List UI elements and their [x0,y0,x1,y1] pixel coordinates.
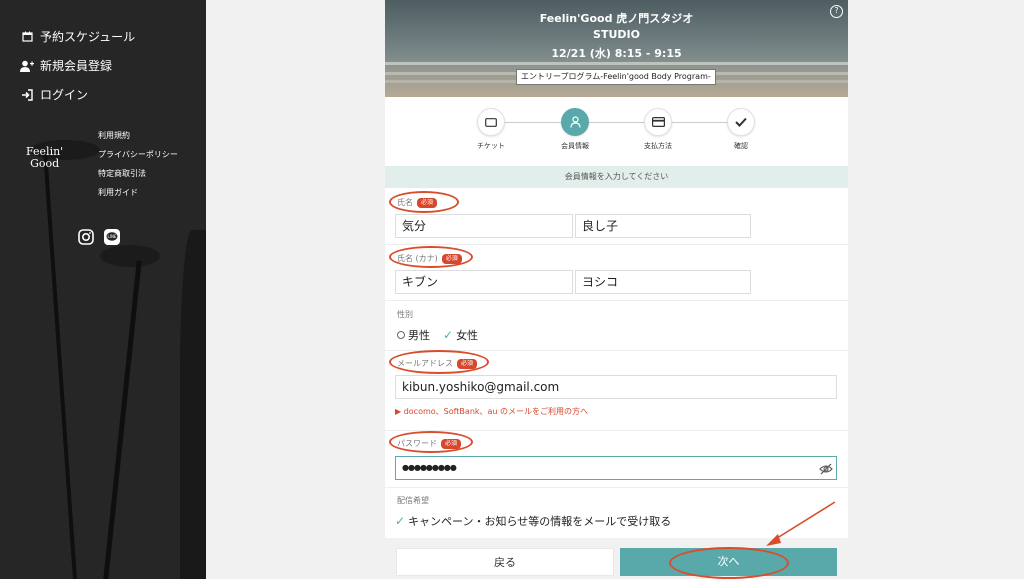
svg-text:LINE: LINE [108,234,117,239]
line-icon[interactable]: LINE [104,229,120,245]
divider [385,430,848,431]
link-privacy[interactable]: プライバシーポリシー [98,149,178,168]
last-kana-input[interactable]: キブン [395,270,573,294]
radio-circle-icon [397,331,405,339]
help-icon[interactable]: ? [830,5,843,18]
studio-subtitle: STUDIO [593,28,640,41]
gender-female-label: 女性 [456,329,479,342]
nav-schedule[interactable]: 予約スケジュール [20,28,135,45]
delivery-checkbox[interactable]: ✓ キャンペーン・お知らせ等の情報をメールで受け取る [395,513,671,529]
email-input[interactable]: kibun.yoshiko@gmail.com [395,375,837,399]
first-kana-input[interactable]: ヨシコ [575,270,751,294]
carrier-email-note-link[interactable]: ▶ docomo、SoftBank、au のメールをご利用の方へ [395,406,588,417]
gender-label: 性別 [397,310,413,319]
ticket-icon [485,117,497,127]
user-icon [569,116,581,128]
annotation-ring [389,191,459,213]
gender-male-label: 男性 [408,329,430,342]
step-payment-label: 支払方法 [644,142,672,150]
checkmark-icon [735,117,747,127]
divider [385,487,848,488]
divider [385,244,848,245]
link-commerce[interactable]: 特定商取引法 [98,168,178,187]
delivery-option-label: キャンペーン・お知らせ等の情報をメールで受け取る [408,515,672,528]
step-ticket-label: チケット [477,142,505,150]
studio-hero-banner: Feelin'Good 虎ノ門スタジオ STUDIO 12/21 (水) 8:1… [385,0,848,97]
nav-register[interactable]: 新規会員登録 [20,57,112,74]
link-guide[interactable]: 利用ガイド [98,187,178,206]
nav-register-label: 新規会員登録 [40,59,113,73]
annotation-ring [389,350,489,374]
annotation-ring [389,431,473,453]
step-member-info [561,108,589,136]
nav-schedule-label: 予約スケジュール [40,30,136,44]
palm-frond [100,245,160,267]
first-name-input[interactable]: 良し子 [575,214,751,238]
wave [385,62,848,65]
studio-title: Feelin'Good 虎ノ門スタジオ [539,12,694,25]
instagram-icon[interactable] [78,229,94,245]
program-name: エントリープログラム-Feelin'good Body Program- [516,69,716,85]
palm-silhouette [180,230,206,579]
brand-logo[interactable]: Feelin' Good [26,146,63,170]
sidebar: 予約スケジュール 新規会員登録 ログイン Feelin' Good 利用規約 プ… [0,0,206,579]
link-terms[interactable]: 利用規約 [98,130,178,149]
calendar-icon [20,30,34,44]
delivery-label: 配信希望 [397,496,429,505]
reservation-panel: Feelin'Good 虎ノ門スタジオ STUDIO 12/21 (水) 8:1… [385,0,848,579]
login-icon [20,88,34,102]
palm-silhouette [43,150,77,579]
step-confirm [727,108,755,136]
eye-slash-icon[interactable] [819,461,833,475]
step-member-info-label: 会員情報 [561,142,589,150]
credit-card-icon [651,117,665,127]
step-ticket [477,108,505,136]
palm-silhouette [103,260,142,579]
password-input[interactable]: ●●●●●●●●● [395,456,837,480]
step-payment [644,108,672,136]
step-connector [505,122,741,123]
checkmark-icon: ✓ [443,328,454,342]
last-name-input[interactable]: 気分 [395,214,573,238]
nav-login[interactable]: ログイン [20,86,88,103]
annotation-ring [669,547,789,579]
annotation-arrow [766,501,836,546]
class-datetime: 12/21 (水) 8:15 - 9:15 [551,47,682,60]
divider [385,300,848,301]
footer-links: 利用規約 プライバシーポリシー 特定商取引法 利用ガイド [98,130,178,206]
back-button[interactable]: 戻る [396,548,614,576]
annotation-ring [389,246,473,268]
password-value: ●●●●●●●●● [402,463,457,472]
form-header: 会員情報を入力してください [385,166,848,188]
gender-male-radio[interactable]: 男性 [397,327,430,343]
gender-female-radio[interactable]: ✓ 女性 [443,327,478,343]
user-plus-icon [20,59,34,73]
nav-login-label: ログイン [40,88,89,102]
logo-line2: Good [30,157,60,170]
step-confirm-label: 確認 [734,142,748,150]
checkmark-icon: ✓ [395,514,406,528]
